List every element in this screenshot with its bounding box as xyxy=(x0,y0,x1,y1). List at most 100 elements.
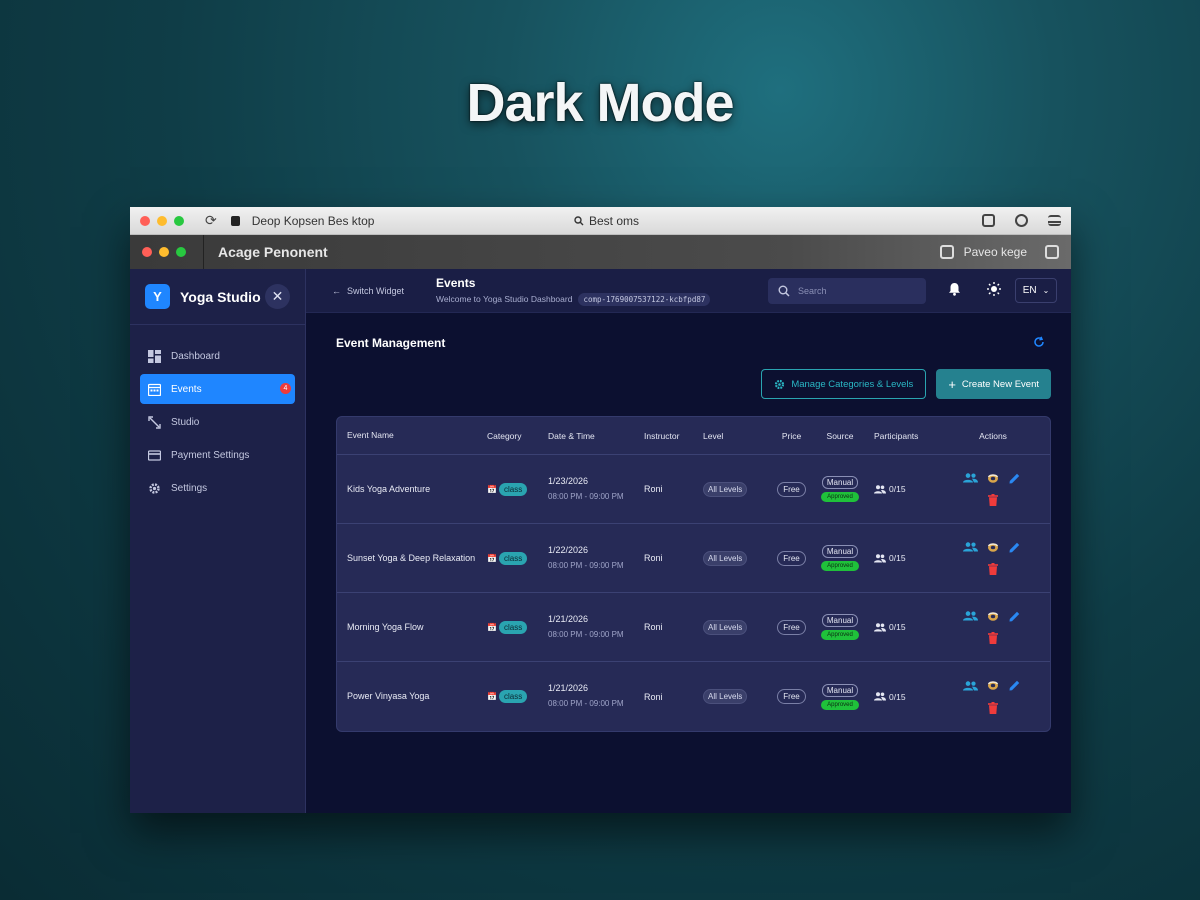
table-header: Event Name Category Date & Time Instruct… xyxy=(337,417,1050,455)
category-chip: class xyxy=(498,482,528,496)
delete-button[interactable] xyxy=(985,701,1001,715)
table-row[interactable]: Sunset Yoga & Deep Relaxation 📅 class 1/2… xyxy=(337,524,1050,593)
row-actions xyxy=(941,609,1050,645)
column-header[interactable]: Level xyxy=(703,431,769,441)
search-icon xyxy=(574,216,584,226)
delete-button[interactable] xyxy=(985,562,1001,576)
delete-button[interactable] xyxy=(985,493,1001,507)
instructor: Roni xyxy=(644,553,663,563)
sidebar-item-events[interactable]: Events 4 xyxy=(140,374,295,404)
trash-icon xyxy=(987,494,998,506)
column-header[interactable]: Date & Time xyxy=(548,431,644,441)
app-minimize-button[interactable] xyxy=(159,247,169,257)
minimize-window-button[interactable] xyxy=(157,215,167,226)
row-actions xyxy=(941,471,1050,507)
table-row[interactable]: Morning Yoga Flow 📅 class 1/21/2026 08:00… xyxy=(337,593,1050,662)
sidebar-item-label: Studio xyxy=(171,416,200,428)
switch-widget-button[interactable]: ← Switch Widget xyxy=(332,286,404,296)
sidebar-item-label: Settings xyxy=(171,482,208,494)
pencil-icon xyxy=(1009,611,1020,621)
row-actions xyxy=(941,540,1050,576)
create-event-button[interactable]: + Create New Event xyxy=(936,369,1051,399)
close-window-button[interactable] xyxy=(140,215,150,226)
edit-button[interactable] xyxy=(1007,609,1023,623)
profile-icon[interactable] xyxy=(939,245,954,259)
feature-event-button[interactable] xyxy=(985,609,1001,623)
event-name: Kids Yoga Adventure xyxy=(347,483,431,494)
column-header[interactable]: Instructor xyxy=(644,431,703,441)
sidebar-item-studio[interactable]: Studio xyxy=(140,407,295,437)
reload-icon[interactable]: ⟳ xyxy=(205,212,217,229)
column-header[interactable]: Price xyxy=(769,431,814,441)
hero-title: Dark Mode xyxy=(466,73,734,133)
calendar-emoji-icon: 📅 xyxy=(487,692,497,701)
browser-url[interactable]: Deop Kopsen Bes ktop xyxy=(252,214,375,228)
notification-bell-icon[interactable] xyxy=(948,282,961,299)
trash-icon xyxy=(987,701,998,714)
status-badge: Approved xyxy=(821,561,859,571)
extensions-icon[interactable] xyxy=(1015,214,1028,227)
app-maximize-button[interactable] xyxy=(176,247,186,257)
pencil-icon xyxy=(1009,473,1020,483)
search-input[interactable] xyxy=(798,285,908,296)
theme-toggle-sun-icon[interactable] xyxy=(987,282,1001,299)
delete-button[interactable] xyxy=(985,631,1001,645)
maximize-window-button[interactable] xyxy=(174,215,184,226)
component-id-badge: comp-1769007537122-kcbfpd87 xyxy=(578,292,711,306)
view-participants-button[interactable] xyxy=(963,540,979,554)
app-window-bar: Acage Penonent Paveo kege xyxy=(130,235,1071,269)
status-badge: Approved xyxy=(821,630,859,640)
sidebar-item-dashboard[interactable]: Dashboard xyxy=(140,341,295,371)
edit-button[interactable] xyxy=(1007,540,1023,554)
language-select[interactable]: EN ⌄ xyxy=(1015,278,1057,303)
home-icon[interactable] xyxy=(1045,245,1059,259)
app-layout: Y Yoga Studio ✕ Dashboard Events 4 Studi… xyxy=(130,269,1071,813)
source-chip: Manual xyxy=(821,476,859,489)
view-participants-button[interactable] xyxy=(963,609,979,623)
calendar-emoji-icon: 📅 xyxy=(487,622,497,632)
people-icon xyxy=(963,542,978,552)
event-management-section: Event Management Manage Categories & Lev… xyxy=(306,313,1071,732)
status-badge: Approved xyxy=(821,492,859,502)
edit-button[interactable] xyxy=(1007,471,1023,485)
browser-center-text: Best oms xyxy=(589,214,640,228)
feature-event-button[interactable] xyxy=(985,540,1001,554)
price-chip: Free xyxy=(777,619,806,635)
column-header[interactable]: Category xyxy=(487,431,548,441)
main-content: ← Switch Widget Events Welcome to Yoga S… xyxy=(306,269,1071,813)
sidebar-item-settings[interactable]: Settings xyxy=(140,473,295,503)
column-header[interactable]: Source xyxy=(814,431,866,441)
lock-icon xyxy=(230,215,240,226)
menu-icon[interactable] xyxy=(1048,215,1061,226)
switch-widget-label: Switch Widget xyxy=(347,285,405,296)
feature-event-button[interactable] xyxy=(985,471,1001,485)
trash-icon xyxy=(987,563,998,575)
edit-button[interactable] xyxy=(1007,679,1023,693)
share-icon[interactable] xyxy=(982,214,995,227)
manage-categories-button[interactable]: Manage Categories & Levels xyxy=(761,369,927,399)
section-title: Event Management xyxy=(336,336,446,350)
sidebar-item-label: Dashboard xyxy=(171,350,220,362)
view-participants-button[interactable] xyxy=(963,679,979,693)
refresh-icon[interactable] xyxy=(1033,335,1045,351)
instructor: Roni xyxy=(644,691,663,702)
search-box[interactable] xyxy=(768,277,926,304)
sidebar-item-payment-settings[interactable]: Payment Settings xyxy=(140,440,295,470)
donut-icon xyxy=(987,542,998,552)
chevron-down-icon: ⌄ xyxy=(1042,286,1050,295)
table-row[interactable]: Kids Yoga Adventure 📅 class 1/23/2026 08:… xyxy=(337,455,1050,524)
page-title: Events xyxy=(436,275,476,290)
app-close-button[interactable] xyxy=(142,247,152,257)
close-sidebar-button[interactable]: ✕ xyxy=(265,284,290,309)
instructor: Roni xyxy=(644,484,663,494)
column-header[interactable]: Event Name xyxy=(337,428,487,443)
view-participants-button[interactable] xyxy=(963,471,979,485)
participants-icon xyxy=(874,484,886,493)
brand: Y Yoga Studio ✕ xyxy=(130,269,305,325)
column-header[interactable]: Participants xyxy=(866,431,936,441)
event-time: 08:00 PM - 09:00 PM xyxy=(548,560,624,570)
table-row[interactable]: Power Vinyasa Yoga 📅 class 1/21/2026 08:0… xyxy=(337,662,1050,731)
feature-event-button[interactable] xyxy=(985,679,1001,693)
gear-icon xyxy=(149,482,160,494)
pencil-icon xyxy=(1009,542,1020,552)
